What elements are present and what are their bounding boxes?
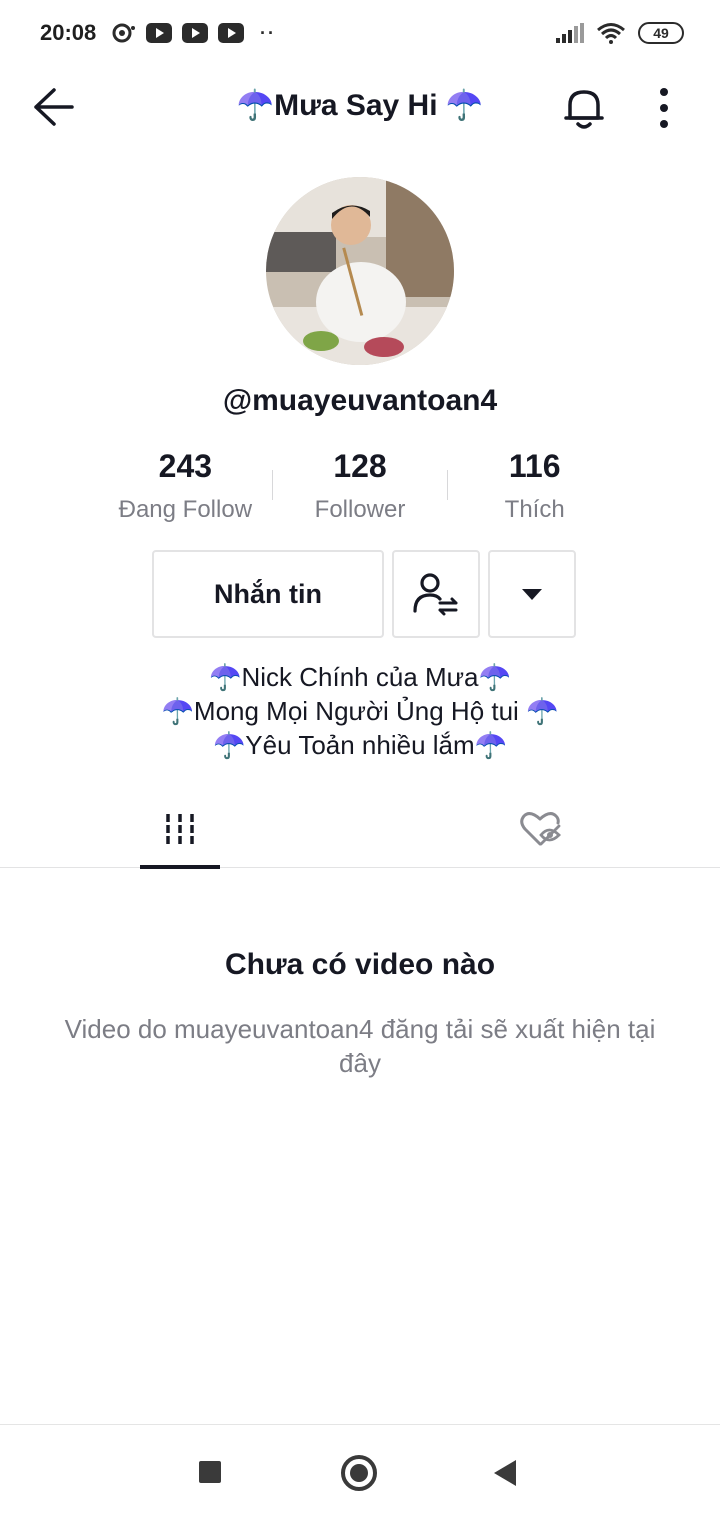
battery-icon: 49: [638, 22, 684, 44]
sync-icon: [112, 23, 135, 43]
stat-value: 116: [508, 448, 561, 484]
youtube-icon: [182, 23, 208, 43]
stat-following[interactable]: 243 Đang Follow: [98, 446, 273, 526]
stat-label: Follower: [314, 496, 406, 523]
status-bar: 20:08 ·· 49: [0, 0, 720, 70]
bio-line: ☂️Yêu Toản nhiều lắm☂️: [212, 730, 508, 760]
avatar[interactable]: [266, 177, 454, 365]
profile-header: ☂️Mưa Say Hi ☂️: [0, 70, 720, 146]
status-time: 20:08: [40, 20, 97, 45]
bio-line: ☂️Nick Chính của Mưa☂️: [209, 662, 511, 692]
tab-videos[interactable]: [140, 790, 220, 869]
youtube-icon: [218, 23, 244, 43]
stat-value: 128: [333, 448, 387, 484]
more-options-icon[interactable]: [646, 84, 682, 132]
home-icon[interactable]: [341, 1455, 377, 1491]
notification-icons: ··: [112, 22, 276, 44]
more-dropdown-button[interactable]: [488, 550, 576, 638]
username: @muayeuvantoan4: [222, 384, 498, 417]
more-notifications-icon: ··: [260, 22, 276, 43]
stat-label: Thích: [504, 496, 565, 523]
stat-label: Đang Follow: [118, 496, 253, 523]
system-nav-bar: [0, 1424, 720, 1520]
hidden-heart-icon: [520, 812, 561, 846]
page-title: ☂️Mưa Say Hi ☂️: [236, 89, 484, 122]
empty-state-subtitle: Video do muayeuvantoan4 đăng tải sẽ xuất…: [64, 1014, 656, 1078]
stat-value: 243: [158, 448, 213, 484]
stat-likes[interactable]: 116 Thích: [447, 446, 622, 526]
profile-stats: 243 Đang Follow 128 Follower 116 Thích: [98, 446, 622, 526]
youtube-icon: [146, 23, 172, 43]
message-button[interactable]: Nhắn tin: [152, 550, 384, 638]
profile-tabs: [0, 790, 720, 869]
avatar-image: [266, 177, 454, 365]
back-triangle-icon[interactable]: [494, 1460, 516, 1486]
recents-icon[interactable]: [199, 1461, 221, 1483]
signal-icon: [556, 23, 584, 43]
wifi-icon: [597, 23, 625, 44]
profile-bio: ☂️Nick Chính của Mưa☂️ ☂️Mong Mọi Người …: [0, 660, 720, 762]
suggested-accounts-button[interactable]: [392, 550, 480, 638]
stat-divider: [272, 470, 273, 500]
stat-followers[interactable]: 128 Follower: [273, 446, 448, 526]
video-grid-icon: [166, 814, 194, 844]
empty-state-title: Chưa có video nào: [224, 948, 496, 981]
tab-liked-videos[interactable]: [500, 790, 580, 868]
bio-line: ☂️Mong Mọi Người Ủng Hộ tui ☂️: [161, 696, 559, 726]
caret-down-icon: [522, 589, 542, 600]
user-swap-icon: [413, 573, 458, 616]
bell-icon[interactable]: [562, 84, 606, 132]
stat-divider: [447, 470, 448, 500]
